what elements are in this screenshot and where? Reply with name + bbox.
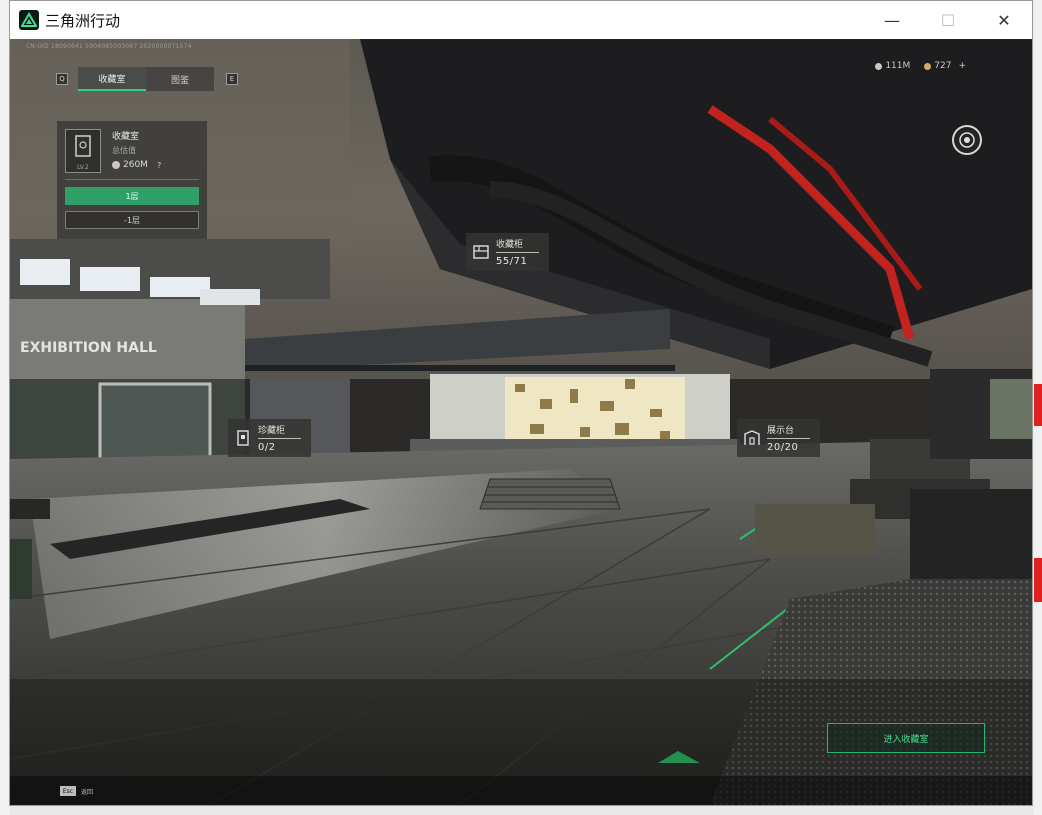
total-value: 260M ?: [112, 160, 161, 170]
desktop-red-strip: [1034, 558, 1042, 602]
camera-rotate-button[interactable]: [952, 125, 982, 155]
game-viewport[interactable]: EXHIBITION HALL CN-UID 18090641 59040850…: [10, 39, 1032, 805]
close-button[interactable]: ✕: [976, 1, 1032, 39]
prev-tab-key[interactable]: Q: [56, 73, 68, 85]
player-uid: CN-UID 18090641 5904085003067 2020000071…: [26, 43, 192, 50]
display-stand-tag[interactable]: 展示台 20/20: [737, 419, 821, 457]
top-nav: Q 收藏室 图鉴 E: [56, 67, 238, 91]
cabinet-count: 55/71: [496, 256, 528, 267]
vault-icon: [75, 135, 91, 157]
hall-sign: EXHIBITION HALL: [20, 340, 157, 356]
bottom-bar: [10, 776, 1032, 805]
maximize-icon: ☐: [940, 10, 956, 30]
panel-title: 收藏室: [112, 132, 140, 142]
treasure-case-count: 0/2: [258, 442, 276, 453]
currency-gold[interactable]: 727 +: [924, 61, 966, 71]
treasure-case-tag[interactable]: 珍藏柜 0/2: [228, 419, 312, 457]
currency-silver-value: 111M: [885, 61, 911, 71]
currency-silver: 111M: [875, 61, 910, 71]
enter-collection-room-button[interactable]: 进入收藏室: [827, 723, 985, 753]
currency-bar: 111M 727 +: [875, 61, 966, 71]
cabinet-tag[interactable]: 收藏柜 55/71: [466, 233, 550, 271]
floor-minus1-button[interactable]: -1层: [65, 211, 199, 229]
treasure-case-icon: [228, 419, 258, 457]
add-currency-icon[interactable]: +: [958, 61, 966, 71]
total-value-amount: 260M: [123, 160, 148, 170]
camera-rotate-icon: [959, 132, 975, 148]
tab-codex[interactable]: 图鉴: [146, 67, 214, 91]
close-icon: ✕: [997, 10, 1011, 30]
display-stand-count: 20/20: [767, 442, 799, 453]
cabinet-label: 收藏柜: [496, 237, 540, 253]
window-title: 三角洲行动: [45, 11, 121, 30]
esc-key: Esc: [60, 786, 76, 796]
game-window: 三角洲行动 — ☐ ✕ EXHIBITION HALL CN-UID 18090…: [9, 0, 1033, 806]
esc-back-hint[interactable]: Esc 返回: [60, 786, 93, 796]
display-stand-icon: [737, 419, 767, 457]
treasure-case-label: 珍藏柜: [258, 423, 302, 439]
app-logo-icon: [19, 10, 39, 30]
cabinet-icon: [466, 233, 496, 271]
gold-coin-icon: [924, 62, 932, 70]
room-thumbnail: LV.2: [65, 129, 101, 173]
silver-coin-icon: [112, 161, 120, 169]
next-tab-key[interactable]: E: [226, 73, 238, 85]
minimize-icon: —: [884, 10, 900, 30]
minimize-button[interactable]: —: [864, 1, 920, 39]
silver-coin-icon: [875, 62, 883, 70]
esc-label: 返回: [81, 788, 94, 796]
room-level: LV.2: [77, 164, 89, 171]
title-bar: 三角洲行动 — ☐ ✕: [10, 1, 1032, 39]
display-stand-label: 展示台: [767, 423, 811, 439]
desktop-red-strip: [1034, 384, 1042, 426]
collection-room-panel: LV.2 收藏室 总估值 260M ? 1层 -1层: [57, 121, 207, 239]
floor-1-button[interactable]: 1层: [65, 187, 199, 205]
panel-divider: [65, 179, 199, 180]
currency-gold-value: 727: [934, 61, 952, 71]
maximize-button[interactable]: ☐: [920, 1, 976, 39]
tab-collection-room[interactable]: 收藏室: [78, 67, 146, 91]
panel-subtitle: 总估值: [112, 146, 136, 155]
help-icon[interactable]: ?: [157, 161, 161, 170]
